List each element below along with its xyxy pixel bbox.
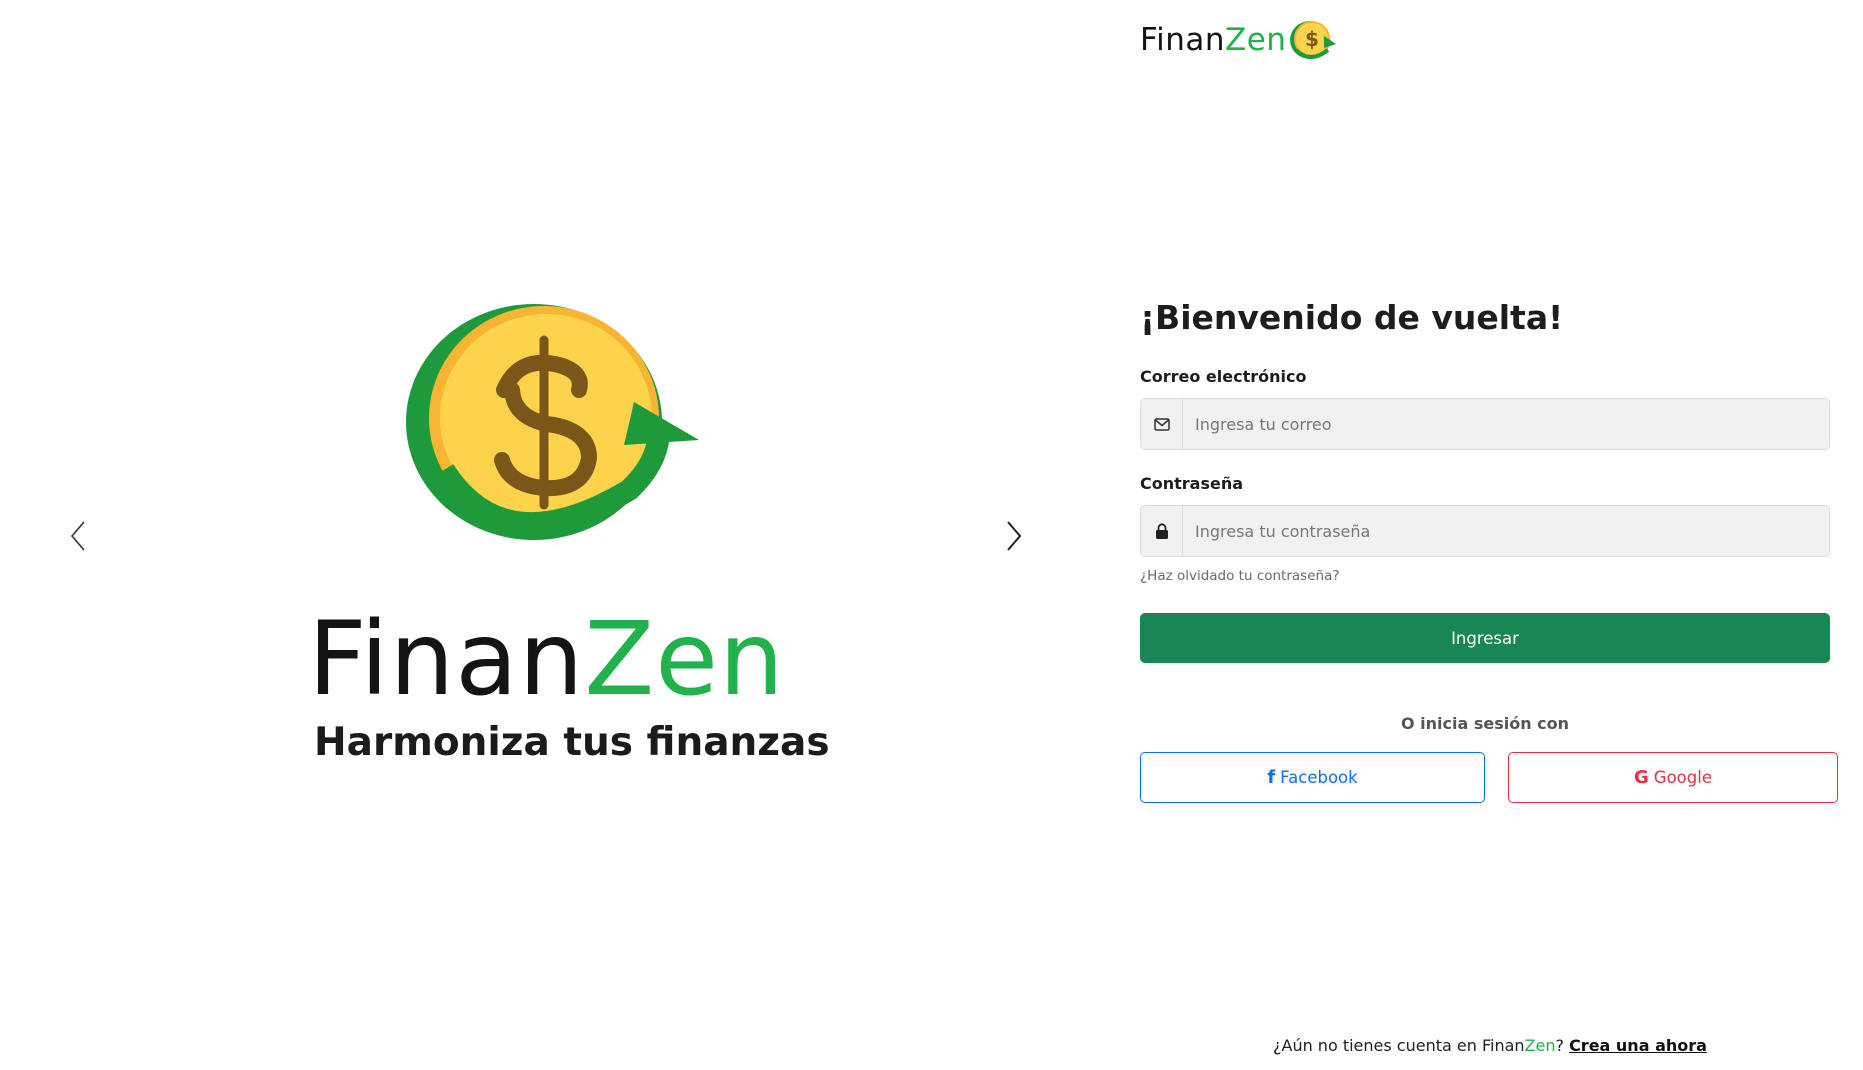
header-brand-wordmark: FinanZen bbox=[1140, 22, 1286, 58]
brand-carousel: FinanZen Harmoniza tus finanzas bbox=[0, 0, 1080, 1070]
google-login-button[interactable]: G Google bbox=[1508, 752, 1838, 803]
password-label: Contraseña bbox=[1140, 474, 1244, 493]
forgot-password-link[interactable]: ¿Haz olvidado tu contraseña? bbox=[1140, 568, 1340, 584]
signup-prompt-question: ? bbox=[1555, 1036, 1570, 1055]
facebook-icon: f bbox=[1267, 767, 1276, 788]
google-icon: G bbox=[1634, 767, 1649, 788]
signup-brand-zen: Zen bbox=[1524, 1036, 1556, 1055]
facebook-login-button[interactable]: f Facebook bbox=[1140, 752, 1485, 803]
email-input-group bbox=[1140, 398, 1830, 450]
social-login-prompt: O inicia sesión con bbox=[1400, 714, 1570, 733]
carousel-brand-wordmark: FinanZen bbox=[308, 600, 785, 719]
envelope-icon bbox=[1141, 399, 1183, 449]
lock-icon bbox=[1141, 506, 1183, 556]
carousel-prev-button[interactable] bbox=[58, 516, 98, 556]
svg-text:$: $ bbox=[1305, 27, 1319, 51]
email-label: Correo electrónico bbox=[1140, 367, 1307, 386]
coin-logo-small-icon: $ bbox=[1290, 21, 1337, 59]
google-label: Google bbox=[1653, 768, 1712, 787]
chevron-left-icon bbox=[70, 521, 85, 551]
signup-prompt: ¿Aún no tienes cuenta en FinanZen? Crea … bbox=[1273, 1036, 1707, 1055]
chevron-right-icon bbox=[1007, 521, 1022, 551]
page-title: ¡Bienvenido de vuelta! bbox=[1140, 298, 1564, 337]
header-logo[interactable]: FinanZen $ bbox=[1140, 18, 1338, 62]
login-button[interactable]: Ingresar bbox=[1140, 613, 1830, 663]
coin-logo-icon bbox=[406, 304, 699, 540]
facebook-label: Facebook bbox=[1280, 768, 1358, 787]
brand-wordmark-finan: Finan bbox=[308, 600, 585, 719]
password-field[interactable] bbox=[1183, 506, 1829, 556]
header-brand-finan: Finan bbox=[1140, 22, 1225, 58]
login-panel: FinanZen $ ¡Bienvenido de vuelta! Correo… bbox=[1140, 0, 1838, 1070]
signup-prompt-text: ¿Aún no tienes cuenta en bbox=[1273, 1036, 1482, 1055]
signup-link[interactable]: Crea una ahora bbox=[1569, 1036, 1707, 1055]
email-field[interactable] bbox=[1183, 399, 1829, 449]
signup-brand-finan: Finan bbox=[1481, 1036, 1525, 1055]
carousel-next-button[interactable] bbox=[994, 516, 1034, 556]
password-input-group bbox=[1140, 505, 1830, 557]
header-brand-zen: Zen bbox=[1224, 22, 1287, 58]
brand-wordmark-zen: Zen bbox=[584, 600, 785, 719]
carousel-tagline: Harmoniza tus finanzas bbox=[314, 720, 830, 765]
